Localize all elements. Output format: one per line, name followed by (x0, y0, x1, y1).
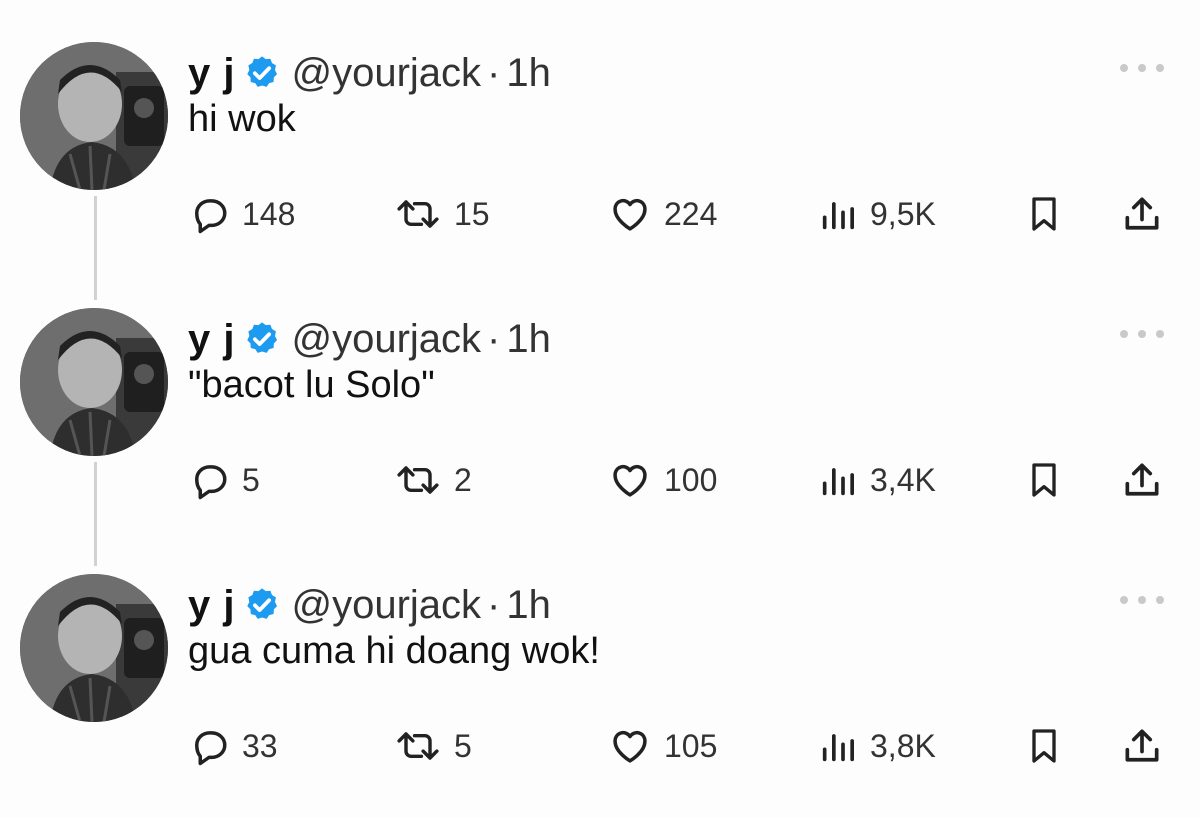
dot-icon (1156, 330, 1164, 338)
reply-count: 148 (242, 195, 296, 232)
separator-dot: · (487, 582, 501, 627)
more-options-button[interactable] (1120, 60, 1164, 76)
tweet-text: hi wok (188, 98, 296, 140)
retweet-button[interactable]: 2 (394, 454, 472, 506)
bookmark-icon (1032, 463, 1056, 497)
bar-chart-icon (822, 468, 854, 496)
display-name[interactable]: y j (188, 317, 235, 362)
bar-chart-icon (822, 734, 854, 762)
separator-dot: · (487, 316, 501, 361)
tweet-header: y j @yourjack · 1h (188, 314, 551, 364)
avatar-photo (20, 574, 168, 722)
action-bar: 33 5 105 3,8K (188, 720, 1168, 772)
dot-icon (1138, 596, 1146, 604)
avatar[interactable] (20, 308, 168, 456)
tweet-text: "bacot lu Solo" (188, 364, 435, 406)
reply-button[interactable]: 5 (188, 454, 260, 506)
like-button[interactable]: 224 (608, 188, 717, 240)
verified-badge-icon (247, 588, 278, 619)
like-count: 105 (664, 727, 718, 764)
upload-share-icon (1125, 729, 1159, 762)
verified-badge-icon (247, 322, 278, 353)
bookmark-button[interactable] (1024, 454, 1064, 506)
avatar[interactable] (20, 42, 168, 190)
bookmark-button[interactable] (1024, 188, 1064, 240)
share-button[interactable] (1120, 454, 1164, 506)
view-count: 9,5K (870, 195, 936, 232)
handle[interactable]: @yourjack (291, 583, 481, 628)
timestamp[interactable]: 1h (506, 317, 551, 362)
tweet[interactable]: y j @yourjack · 1h hi wok 148 15 224 9,5… (0, 42, 1200, 308)
views-button[interactable]: 3,4K (818, 454, 936, 506)
retweet-arrows-icon (397, 732, 439, 760)
dot-icon (1156, 64, 1164, 72)
retweet-button[interactable]: 5 (394, 720, 472, 772)
heart-icon (613, 730, 647, 763)
speech-bubble-icon (195, 731, 227, 766)
retweet-button[interactable]: 15 (394, 188, 490, 240)
display-name[interactable]: y j (188, 583, 235, 628)
retweet-count: 2 (454, 461, 472, 498)
retweet-arrows-icon (397, 200, 439, 228)
dot-icon (1138, 64, 1146, 72)
retweet-count: 15 (454, 195, 490, 232)
action-bar: 5 2 100 3,4K (188, 454, 1168, 506)
views-button[interactable]: 9,5K (818, 188, 936, 240)
avatar[interactable] (20, 574, 168, 722)
action-bar: 148 15 224 9,5K (188, 188, 1168, 240)
like-count: 100 (664, 461, 718, 498)
retweet-arrows-icon (397, 466, 439, 494)
speech-bubble-icon (195, 465, 227, 500)
reply-count: 5 (242, 461, 260, 498)
heart-icon (613, 464, 647, 497)
tweet-header: y j @yourjack · 1h (188, 580, 551, 630)
more-options-button[interactable] (1120, 326, 1164, 342)
upload-share-icon (1125, 197, 1159, 230)
handle[interactable]: @yourjack (291, 51, 481, 96)
avatar-photo (20, 42, 168, 190)
tweet-header: y j @yourjack · 1h (188, 48, 551, 98)
tweet[interactable]: y j @yourjack · 1h "bacot lu Solo" 5 2 1… (0, 308, 1200, 574)
dot-icon (1156, 596, 1164, 604)
like-button[interactable]: 100 (608, 454, 717, 506)
share-button[interactable] (1120, 188, 1164, 240)
heart-icon (613, 198, 647, 231)
upload-share-icon (1125, 463, 1159, 496)
timestamp[interactable]: 1h (506, 583, 551, 628)
speech-bubble-icon (195, 199, 227, 234)
reply-button[interactable]: 33 (188, 720, 278, 772)
like-button[interactable]: 105 (608, 720, 717, 772)
view-count: 3,4K (870, 461, 936, 498)
bar-chart-icon (822, 202, 854, 230)
avatar-photo (20, 308, 168, 456)
handle[interactable]: @yourjack (291, 317, 481, 362)
like-count: 224 (664, 195, 718, 232)
dot-icon (1120, 596, 1128, 604)
share-button[interactable] (1120, 720, 1164, 772)
views-button[interactable]: 3,8K (818, 720, 936, 772)
tweet[interactable]: y j @yourjack · 1h gua cuma hi doang wok… (0, 574, 1200, 818)
view-count: 3,8K (870, 727, 936, 764)
reply-count: 33 (242, 727, 278, 764)
retweet-count: 5 (454, 727, 472, 764)
more-options-button[interactable] (1120, 592, 1164, 608)
bookmark-icon (1032, 729, 1056, 763)
dot-icon (1120, 330, 1128, 338)
reply-button[interactable]: 148 (188, 188, 295, 240)
timestamp[interactable]: 1h (506, 51, 551, 96)
tweet-text: gua cuma hi doang wok! (188, 630, 600, 672)
dot-icon (1138, 330, 1146, 338)
verified-badge-icon (247, 56, 278, 87)
bookmark-icon (1032, 197, 1056, 231)
separator-dot: · (487, 50, 501, 95)
dot-icon (1120, 64, 1128, 72)
display-name[interactable]: y j (188, 51, 235, 96)
bookmark-button[interactable] (1024, 720, 1064, 772)
